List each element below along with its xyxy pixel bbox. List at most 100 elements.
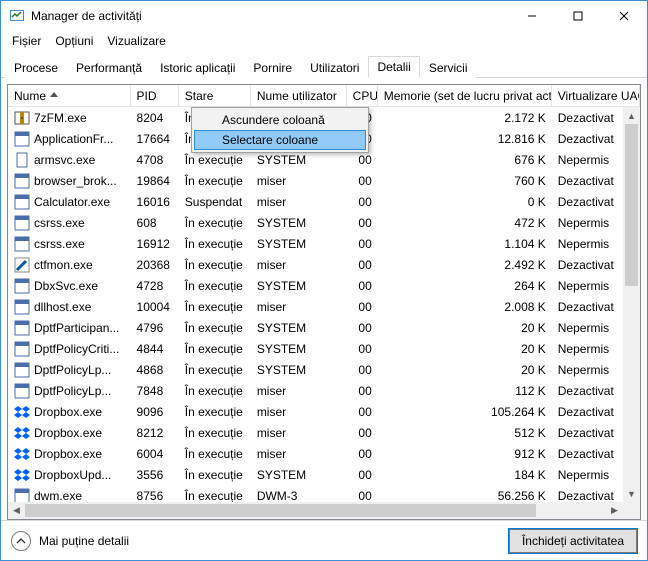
process-name: Dropbox.exe [34,405,102,419]
table-row[interactable]: dllhost.exe10004În execuțiemiser002.008 … [8,296,640,317]
scroll-up-icon[interactable]: ▲ [623,107,640,124]
col-cpu[interactable]: CPU [347,85,378,106]
col-user[interactable]: Nume utilizator [251,85,347,106]
col-uac[interactable]: Virtualizare UAC [552,85,640,106]
horizontal-scroll-thumb[interactable] [25,504,536,517]
minimize-button[interactable] [509,1,555,31]
process-cpu: 00 [347,464,378,485]
menu-file[interactable]: Fișier [6,33,47,49]
process-pid: 17664 [131,128,179,149]
table-row[interactable]: DptfPolicyLp...7848În execuțiemiser00112… [8,380,640,401]
table-row[interactable]: DptfPolicyCriti...4844În execuțieSYSTEM0… [8,338,640,359]
window-controls [509,1,647,31]
scroll-left-icon[interactable]: ◀ [8,502,25,519]
menu-options[interactable]: Opțiuni [49,33,99,49]
close-button[interactable] [601,1,647,31]
process-name: Dropbox.exe [34,447,102,461]
process-cpu: 00 [347,443,378,464]
table-row[interactable]: ctfmon.exe20368În execuțiemiser002.492 K… [8,254,640,275]
table-row[interactable]: DptfParticipan...4796În execuțieSYSTEM00… [8,317,640,338]
process-user: SYSTEM [251,359,347,380]
tab-strip: Procese Performanță Istoric aplicații Po… [1,51,647,78]
process-memory: 2.492 K [378,254,552,275]
process-status: În execuție [179,485,251,502]
col-status[interactable]: Stare [179,85,251,106]
process-icon [14,425,30,441]
table-row[interactable]: dwm.exe8756În execuțieDWM-30056.256 KDez… [8,485,640,502]
content-area: Nume PID Stare Nume utilizator CPU Memor… [1,78,647,520]
process-pid: 6004 [131,443,179,464]
process-icon [14,341,30,357]
process-memory: 184 K [378,464,552,485]
process-status: În execuție [179,422,251,443]
scroll-right-icon[interactable]: ▶ [606,502,623,519]
process-cpu: 00 [347,359,378,380]
process-memory: 1.104 K [378,233,552,254]
table-row[interactable]: DropboxUpd...3556În execuțieSYSTEM00184 … [8,464,640,485]
process-icon [14,362,30,378]
window-title: Manager de activități [31,9,142,23]
process-icon [14,194,30,210]
process-user: miser [251,422,347,443]
process-icon [14,404,30,420]
menu-view[interactable]: Vizualizare [101,33,171,49]
process-user: miser [251,443,347,464]
process-user: SYSTEM [251,212,347,233]
table-row[interactable]: csrss.exe608În execuțieSYSTEM00472 KNepe… [8,212,640,233]
process-user: miser [251,191,347,212]
process-name: Dropbox.exe [34,426,102,440]
tab-processes[interactable]: Procese [5,57,67,78]
process-icon [14,236,30,252]
col-pid[interactable]: PID [131,85,179,106]
context-hide-column[interactable]: Ascundere coloană [194,110,366,130]
process-cpu: 00 [347,170,378,191]
table-row[interactable]: DbxSvc.exe4728În execuțieSYSTEM00264 KNe… [8,275,640,296]
end-task-label: Închideți activitatea [522,534,624,548]
horizontal-scrollbar[interactable]: ◀ ▶ [8,502,623,519]
process-name: csrss.exe [34,216,85,230]
end-task-button[interactable]: Închideți activitatea [509,529,637,553]
context-select-columns[interactable]: Selectare coloane [194,130,366,150]
table-row[interactable]: DptfPolicyLp...4868În execuțieSYSTEM0020… [8,359,640,380]
tab-details[interactable]: Detalii [368,56,419,78]
process-icon [14,110,30,126]
process-status: În execuție [179,317,251,338]
table-row[interactable]: Dropbox.exe6004În execuțiemiser00912 KDe… [8,443,640,464]
process-status: În execuție [179,338,251,359]
col-memory[interactable]: Memorie (set de lucru privat activ) [378,85,552,106]
tab-app-history[interactable]: Istoric aplicații [151,57,244,78]
table-row[interactable]: browser_brok...19864În execuțiemiser0076… [8,170,640,191]
process-cpu: 00 [347,338,378,359]
process-name: DptfPolicyLp... [34,363,111,377]
table-row[interactable]: Calculator.exe16016Suspendatmiser000 KDe… [8,191,640,212]
maximize-button[interactable] [555,1,601,31]
process-user: SYSTEM [251,275,347,296]
vertical-scroll-thumb[interactable] [625,124,638,286]
process-pid: 4796 [131,317,179,338]
table-row[interactable]: Dropbox.exe8212În execuțiemiser00512 KDe… [8,422,640,443]
fewer-details-button[interactable]: Mai puține detalii [11,531,129,551]
process-pid: 4844 [131,338,179,359]
col-name[interactable]: Nume [8,85,131,106]
tab-performance[interactable]: Performanță [67,57,151,78]
process-status: Suspendat [179,191,251,212]
process-memory: 112 K [378,380,552,401]
titlebar[interactable]: Manager de activități [1,1,647,31]
vertical-scrollbar[interactable]: ▲ ▼ [623,107,640,502]
scroll-down-icon[interactable]: ▼ [623,485,640,502]
process-icon [14,173,30,189]
process-icon [14,257,30,273]
tab-services[interactable]: Servicii [420,57,477,78]
table-row[interactable]: csrss.exe16912În execuțieSYSTEM001.104 K… [8,233,640,254]
process-memory: 20 K [378,338,552,359]
header-context-menu: Ascundere coloană Selectare coloane [191,107,369,153]
process-status: În execuție [179,254,251,275]
process-status: În execuție [179,359,251,380]
tab-startup[interactable]: Pornire [244,57,301,78]
process-status: În execuție [179,380,251,401]
tab-users[interactable]: Utilizatori [301,57,368,78]
process-cpu: 00 [347,212,378,233]
footer: Mai puține detalii Închideți activitatea [1,520,647,560]
table-row[interactable]: Dropbox.exe9096În execuțiemiser00105.264… [8,401,640,422]
process-pid: 16912 [131,233,179,254]
